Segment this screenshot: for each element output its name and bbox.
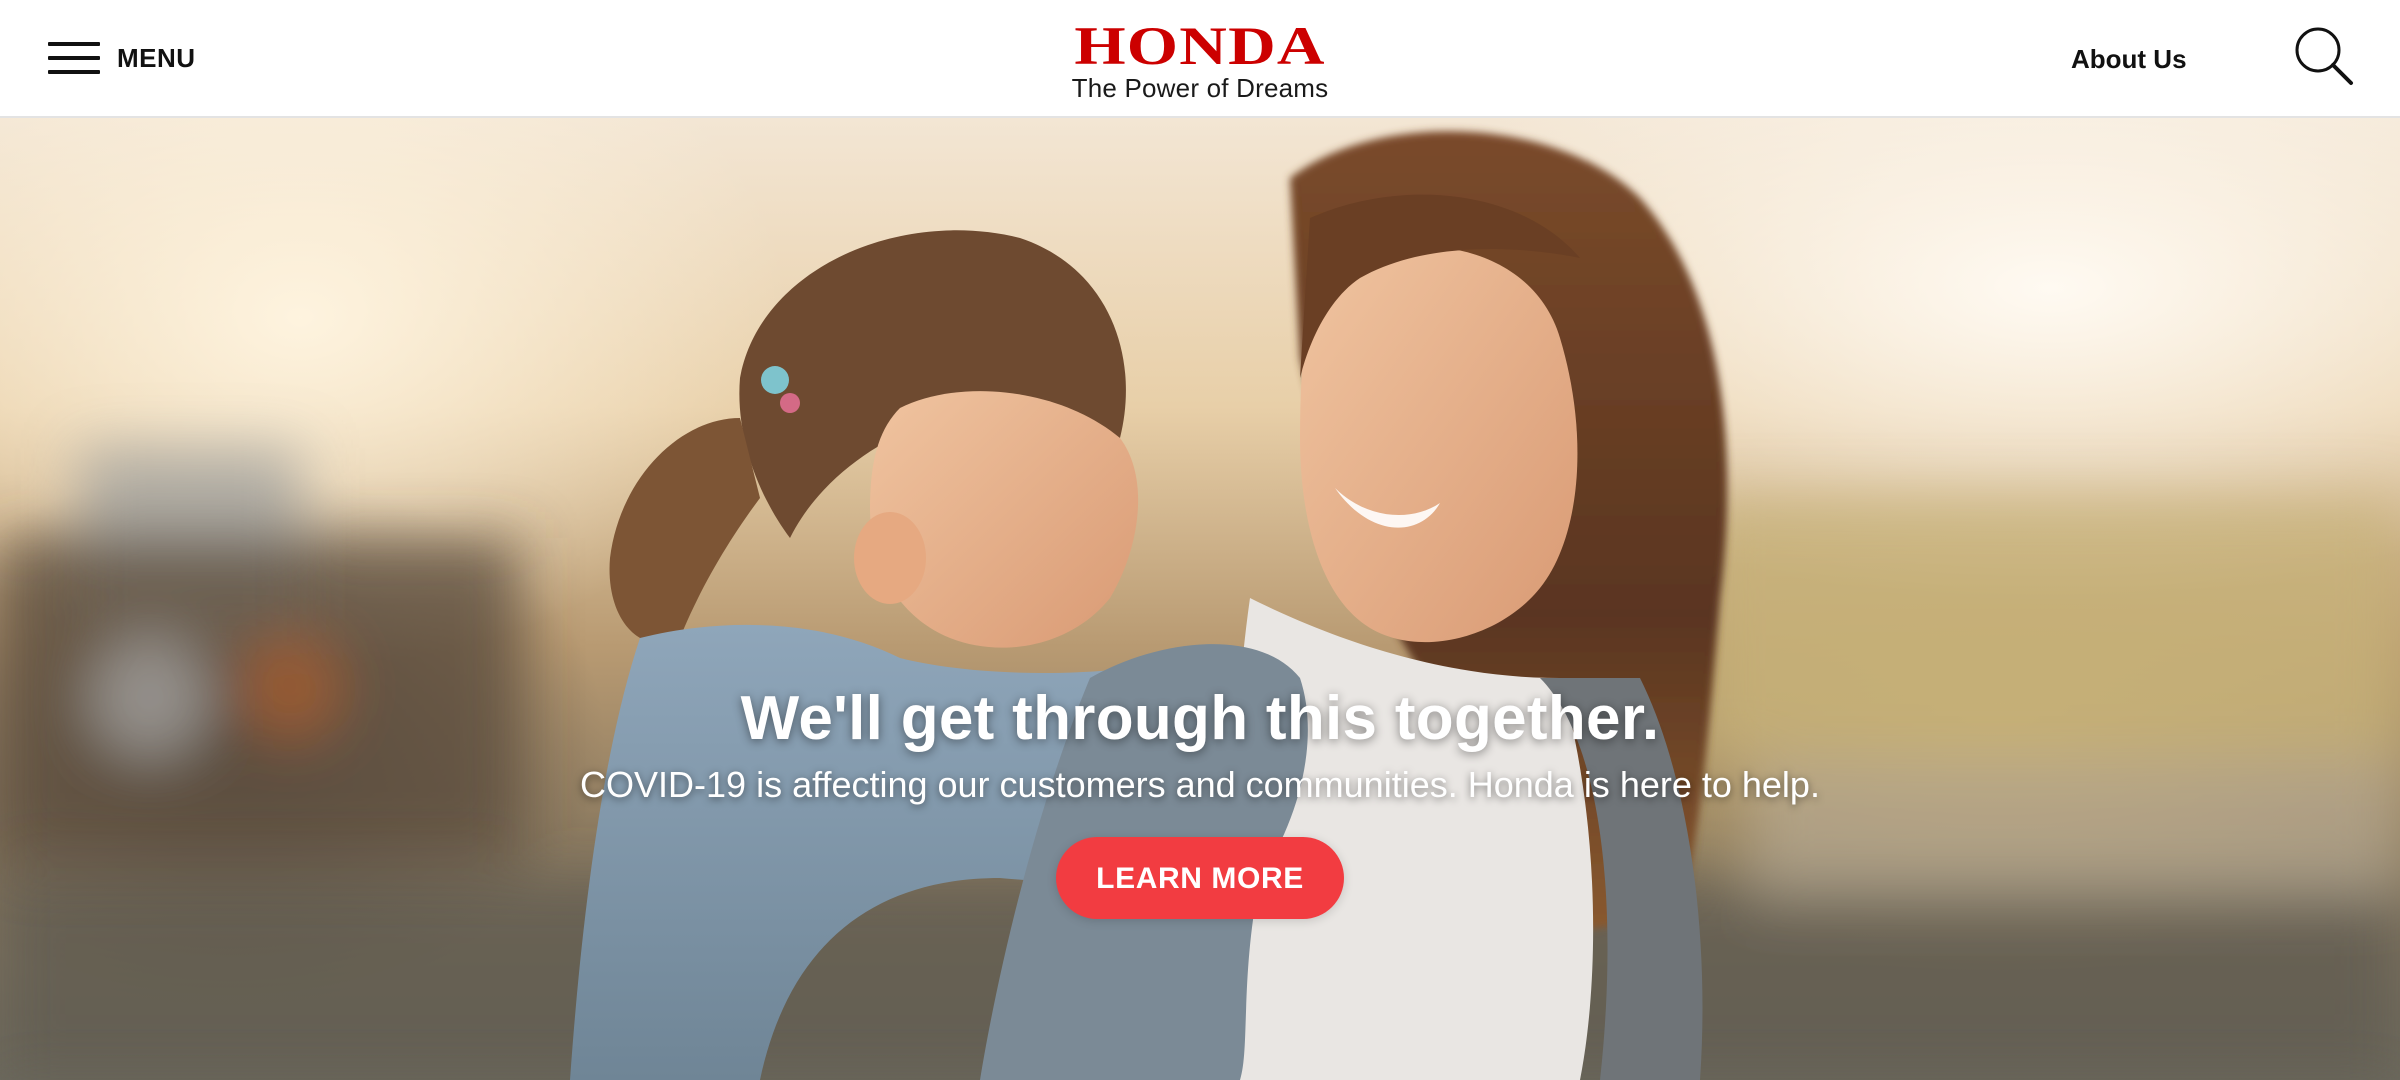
hero-headline: We'll get through this together. xyxy=(740,684,1660,753)
about-us-link[interactable]: About Us xyxy=(2071,44,2187,75)
search-icon xyxy=(2295,27,2353,85)
search-button[interactable] xyxy=(2292,24,2356,88)
hero-content: We'll get through this together. COVID-1… xyxy=(0,683,2400,919)
hero-subtext: COVID-19 is affecting our customers and … xyxy=(580,764,1820,805)
hamburger-icon xyxy=(48,40,100,76)
site-header: MENU HONDA The Power of Dreams About Us xyxy=(0,0,2400,118)
honda-logo[interactable]: HONDA The Power of Dreams xyxy=(1040,19,1360,103)
menu-label: MENU xyxy=(117,42,196,73)
logo-wordmark: HONDA xyxy=(1074,16,1326,76)
menu-button[interactable]: MENU xyxy=(48,38,196,78)
hero-photo xyxy=(0,131,2400,1080)
hero-banner: We'll get through this together. COVID-1… xyxy=(0,118,2400,1080)
logo-tagline: The Power of Dreams xyxy=(1071,73,1329,103)
learn-more-button[interactable]: LEARN MORE xyxy=(1056,837,1344,919)
